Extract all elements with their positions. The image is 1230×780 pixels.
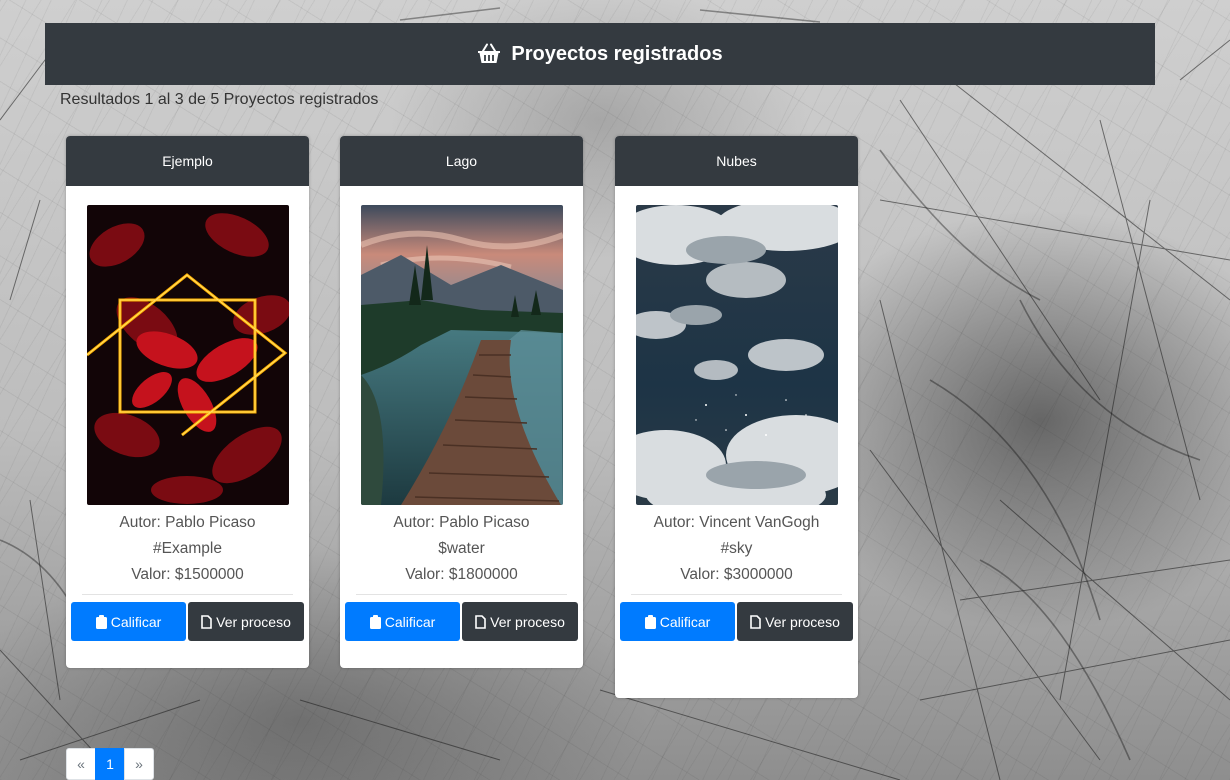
card-tag: #sky bbox=[720, 540, 753, 557]
card-author: Autor: Pablo Picaso bbox=[119, 514, 256, 531]
rate-label: Calificar bbox=[659, 613, 711, 630]
rate-button[interactable]: Calificar bbox=[345, 602, 460, 641]
neon-leaves-image bbox=[86, 205, 289, 505]
view-process-button[interactable]: Ver proceso bbox=[188, 602, 304, 641]
rate-label: Calificar bbox=[110, 613, 162, 630]
card-value: Valor: $3000000 bbox=[680, 566, 793, 583]
card-actions: Calificar Ver proceso bbox=[66, 595, 309, 660]
file-icon bbox=[201, 614, 212, 629]
card-value: Valor: $1500000 bbox=[131, 566, 244, 583]
card-title: Ejemplo bbox=[66, 136, 309, 186]
card-actions: Calificar Ver proceso bbox=[615, 595, 858, 660]
card-details: Autor: Pablo Picaso $water Valor: $18000… bbox=[340, 510, 583, 588]
pagination-next[interactable]: » bbox=[124, 748, 154, 780]
clipboard-icon bbox=[95, 614, 107, 629]
page-header: Proyectos registrados bbox=[45, 23, 1155, 85]
card-tag: #Example bbox=[153, 540, 222, 557]
results-summary: Resultados 1 al 3 de 5 Proyectos registr… bbox=[60, 91, 379, 108]
card-value: Valor: $1800000 bbox=[405, 566, 518, 583]
card-details: Autor: Vincent VanGogh #sky Valor: $3000… bbox=[615, 510, 858, 588]
clipboard-icon bbox=[644, 614, 656, 629]
lake-boardwalk-image bbox=[360, 205, 563, 505]
project-card: Nubes Autor: Vincent VanGogh #sky Valor:… bbox=[615, 136, 858, 698]
card-tag: $water bbox=[438, 540, 485, 557]
card-title: Lago bbox=[340, 136, 583, 186]
view-process-label: Ver proceso bbox=[216, 613, 291, 630]
rate-button[interactable]: Calificar bbox=[620, 602, 735, 641]
shopping-basket-icon bbox=[478, 43, 501, 63]
card-details: Autor: Pablo Picaso #Example Valor: $150… bbox=[66, 510, 309, 588]
card-author: Autor: Pablo Picaso bbox=[393, 514, 530, 531]
pagination: « 1 » bbox=[66, 748, 154, 780]
view-process-label: Ver proceso bbox=[765, 613, 840, 630]
card-author: Autor: Vincent VanGogh bbox=[653, 514, 820, 531]
page-title: Proyectos registrados bbox=[511, 42, 723, 65]
rate-button[interactable]: Calificar bbox=[71, 602, 186, 641]
clipboard-icon bbox=[369, 614, 381, 629]
pagination-prev[interactable]: « bbox=[66, 748, 96, 780]
night-clouds-image bbox=[635, 205, 838, 505]
file-icon bbox=[475, 614, 486, 629]
view-process-label: Ver proceso bbox=[490, 613, 565, 630]
card-actions: Calificar Ver proceso bbox=[340, 595, 583, 660]
view-process-button[interactable]: Ver proceso bbox=[737, 602, 853, 641]
project-card: Lago Autor: Pablo Picaso $water Valor: $… bbox=[340, 136, 583, 668]
view-process-button[interactable]: Ver proceso bbox=[462, 602, 578, 641]
file-icon bbox=[750, 614, 761, 629]
rate-label: Calificar bbox=[384, 613, 436, 630]
project-card: Ejemplo Autor: Pablo Picaso #Example Val… bbox=[66, 136, 309, 668]
pagination-page-1[interactable]: 1 bbox=[95, 748, 125, 780]
card-title: Nubes bbox=[615, 136, 858, 186]
